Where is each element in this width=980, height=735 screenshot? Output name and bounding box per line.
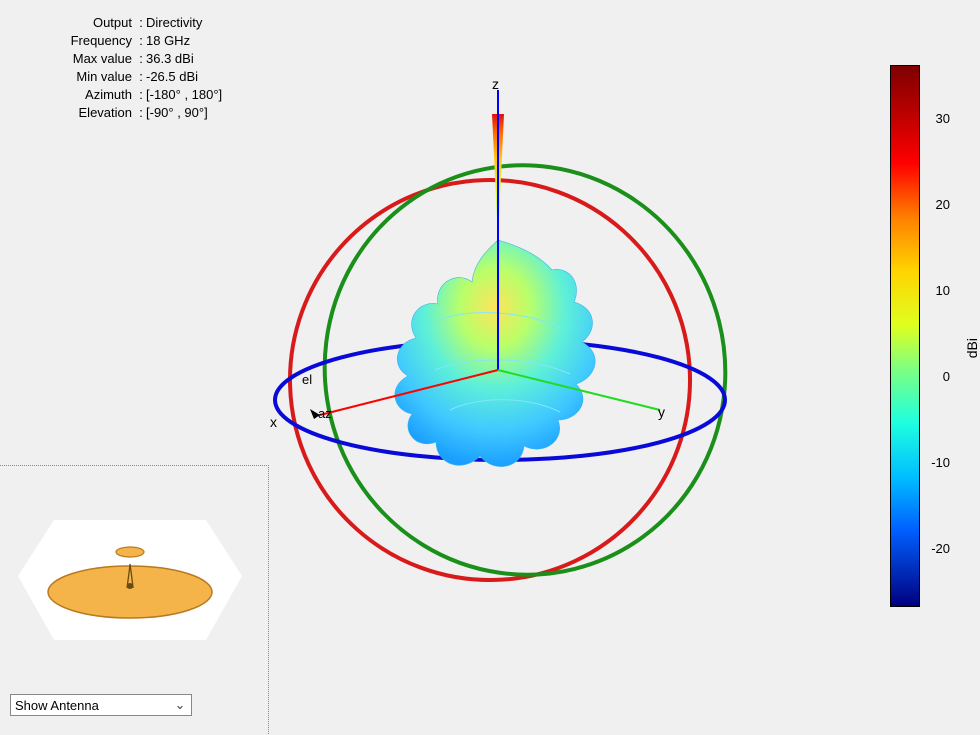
colorbar-unit: dBi [964, 338, 980, 358]
info-key: Elevation [8, 104, 136, 122]
axis-label-z: z [492, 76, 499, 92]
radiation-pattern-svg [260, 70, 780, 590]
info-val: Directivity [146, 14, 252, 32]
info-key: Min value [8, 68, 136, 86]
antenna-thumbnail-svg [10, 496, 250, 656]
info-panel: Output:Directivity Frequency:18 GHz Max … [8, 14, 252, 122]
info-row: Elevation:[-90° , 90°] [8, 104, 252, 122]
info-row: Azimuth:[-180° , 180°] [8, 86, 252, 104]
radiation-pattern-3d[interactable]: z x y az el [260, 70, 780, 590]
info-val: 36.3 dBi [146, 50, 252, 68]
info-row: Min value:-26.5 dBi [8, 68, 252, 86]
info-key: Azimuth [8, 86, 136, 104]
info-key: Output [8, 14, 136, 32]
colorbar-tick: -10 [931, 455, 950, 470]
colorbar-ticks: 30 20 10 0 -10 -20 [922, 65, 950, 605]
dropdown-label: Show Antenna [15, 698, 173, 713]
reflector-disk [48, 566, 212, 618]
info-row: Output:Directivity [8, 14, 252, 32]
colorbar-tick: -20 [931, 541, 950, 556]
chevron-down-icon: ⌄ [173, 697, 187, 713]
colorbar [890, 65, 920, 607]
axis-label-el: el [302, 372, 312, 387]
feed-base [127, 583, 133, 589]
info-key: Max value [8, 50, 136, 68]
axis-label-az: az [318, 406, 332, 421]
axis-label-x: x [270, 414, 277, 430]
info-val: 18 GHz [146, 32, 252, 50]
feed-cap [116, 547, 144, 557]
antenna-inset-panel: Show Antenna ⌄ [0, 465, 269, 735]
colorbar-tick: 20 [936, 197, 950, 212]
pattern-body [395, 240, 595, 467]
info-val: -26.5 dBi [146, 68, 252, 86]
show-antenna-dropdown[interactable]: Show Antenna ⌄ [10, 694, 192, 716]
colorbar-tick: 30 [936, 111, 950, 126]
info-val: [-90° , 90°] [146, 104, 252, 122]
colorbar-tick: 10 [936, 283, 950, 298]
info-row: Max value:36.3 dBi [8, 50, 252, 68]
colorbar-tick: 0 [943, 369, 950, 384]
info-key: Frequency [8, 32, 136, 50]
info-row: Frequency:18 GHz [8, 32, 252, 50]
info-val: [-180° , 180°] [146, 86, 252, 104]
figure-canvas: Output:Directivity Frequency:18 GHz Max … [0, 0, 980, 735]
antenna-thumbnail[interactable] [10, 496, 250, 656]
axis-label-y: y [658, 404, 665, 420]
